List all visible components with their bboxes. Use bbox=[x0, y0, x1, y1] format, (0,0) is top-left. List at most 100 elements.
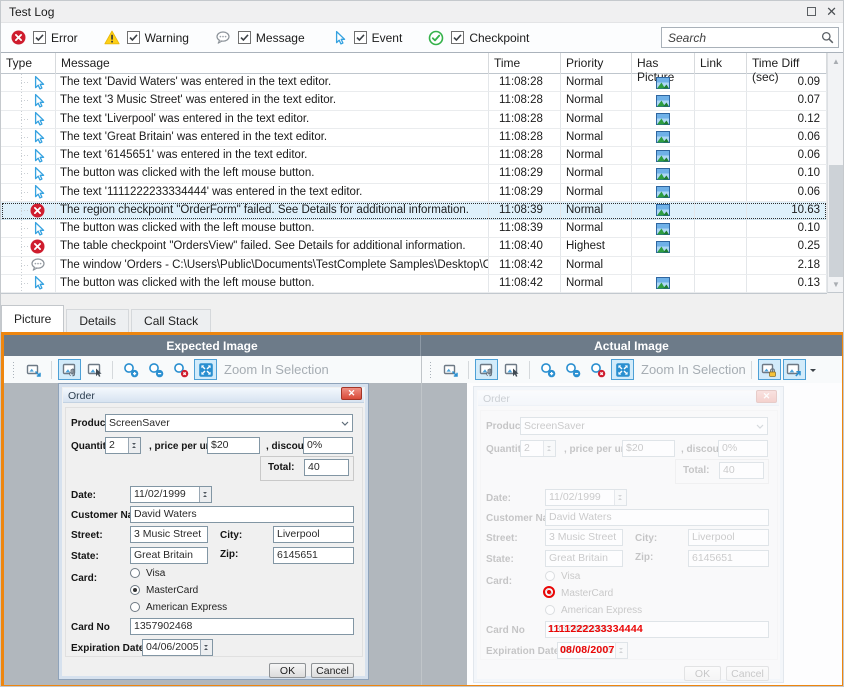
log-row[interactable]: The button was clicked with the left mou… bbox=[1, 275, 827, 293]
state-label: State: bbox=[486, 554, 514, 565]
expected-toolbar: Zoom In Selection bbox=[4, 356, 421, 383]
zoom-in-button[interactable] bbox=[536, 359, 559, 380]
street-field: 3 Music Street bbox=[545, 529, 623, 546]
log-row[interactable]: The button was clicked with the left mou… bbox=[1, 165, 827, 183]
card-no-label: Card No bbox=[71, 622, 110, 633]
search-input[interactable] bbox=[668, 31, 821, 45]
picture-icon bbox=[632, 238, 695, 256]
date-field: 11/02/1999 bbox=[130, 486, 212, 503]
cancel-button: Cancel bbox=[311, 663, 354, 678]
ok-button: OK bbox=[684, 666, 721, 681]
row-time: 11:08:39 bbox=[489, 202, 561, 220]
filter-message: Message bbox=[215, 30, 305, 46]
error-checkbox[interactable] bbox=[33, 31, 46, 44]
zoom-selection-button[interactable] bbox=[194, 359, 217, 380]
log-row[interactable]: The text '6145651' was entered in the te… bbox=[1, 147, 827, 165]
zoom-out-button[interactable] bbox=[561, 359, 584, 380]
expiration-date-field: 04/06/2005 bbox=[142, 639, 213, 656]
row-timediff: 2.18 bbox=[747, 257, 827, 275]
event-checkbox[interactable] bbox=[354, 31, 367, 44]
log-row[interactable]: The button was clicked with the left mou… bbox=[1, 220, 827, 238]
zip-field: 6145651 bbox=[273, 547, 354, 564]
product-combo: ScreenSaver bbox=[105, 414, 353, 432]
date-label: Date: bbox=[486, 493, 511, 504]
log-row[interactable]: The text 'Great Britain' was entered in … bbox=[1, 129, 827, 147]
scrollbar-thumb[interactable] bbox=[829, 165, 843, 277]
search-box[interactable] bbox=[661, 27, 839, 48]
row-time: 11:08:28 bbox=[489, 129, 561, 147]
tab-picture[interactable]: Picture bbox=[1, 305, 64, 332]
panel-divider bbox=[421, 356, 422, 685]
row-priority: Normal bbox=[561, 257, 632, 275]
tab-call-stack[interactable]: Call Stack bbox=[131, 309, 211, 332]
zoom-in-selection-label: Zoom In Selection bbox=[641, 362, 746, 377]
row-timediff: 0.06 bbox=[747, 147, 827, 165]
event-icon bbox=[1, 147, 56, 165]
row-link bbox=[695, 165, 747, 183]
image-hand-button[interactable] bbox=[475, 359, 498, 380]
actual-image-canvas[interactable]: Order ✕ Product: ScreenSaver Quantity: 2… bbox=[422, 383, 842, 685]
row-time: 11:08:28 bbox=[489, 147, 561, 165]
image-sync-button[interactable] bbox=[783, 359, 806, 380]
toolbar-grip[interactable] bbox=[428, 362, 433, 378]
expiration-date-label: Expiration Date: bbox=[486, 646, 563, 657]
scroll-up-icon[interactable]: ▲ bbox=[828, 53, 844, 69]
log-row[interactable]: The table checkpoint "OrdersView" failed… bbox=[1, 238, 827, 256]
radio-visa bbox=[130, 568, 140, 578]
zoom-in-button[interactable] bbox=[119, 359, 142, 380]
warning-checkbox[interactable] bbox=[127, 31, 140, 44]
image-popout-button[interactable] bbox=[439, 359, 462, 380]
filter-toolbar: ErrorWarningMessageEventCheckpoint bbox=[1, 23, 844, 53]
dialog-close-button: ✕ bbox=[341, 387, 362, 400]
actual-background-strip bbox=[422, 383, 467, 685]
zoom-out-button[interactable] bbox=[144, 359, 167, 380]
image-lock-button[interactable] bbox=[758, 359, 781, 380]
row-priority: Normal bbox=[561, 202, 632, 220]
image-hand-icon bbox=[479, 362, 495, 378]
log-row[interactable]: The text '3 Music Street' was entered in… bbox=[1, 92, 827, 110]
log-row[interactable]: The text '1111222233334444' was entered … bbox=[1, 184, 827, 202]
log-row[interactable]: The text 'Liverpool' was entered in the … bbox=[1, 111, 827, 129]
image-popout-icon bbox=[443, 362, 459, 378]
row-time: 11:08:42 bbox=[489, 257, 561, 275]
radio-visa bbox=[545, 571, 555, 581]
log-row[interactable]: The window 'Orders - C:\Users\Public\Doc… bbox=[1, 257, 827, 275]
row-timediff: 10.63 bbox=[747, 202, 827, 220]
row-message: The text '1111222233334444' was entered … bbox=[56, 184, 489, 202]
date-label: Date: bbox=[71, 490, 96, 501]
log-row[interactable]: The text 'David Waters' was entered in t… bbox=[1, 74, 827, 92]
dropdown-caret-icon[interactable] bbox=[807, 359, 819, 380]
restore-icon[interactable] bbox=[807, 7, 816, 16]
zoom-reset-button[interactable] bbox=[169, 359, 192, 380]
toolbar-grip[interactable] bbox=[11, 362, 16, 378]
image-cursor-button[interactable] bbox=[500, 359, 523, 380]
table-scrollbar[interactable]: ▲ ▼ bbox=[827, 53, 844, 293]
close-icon[interactable]: ✕ bbox=[826, 5, 837, 18]
log-row-selected[interactable]: The region checkpoint "OrderForm" failed… bbox=[1, 202, 827, 220]
row-timediff: 0.13 bbox=[747, 275, 827, 293]
dialog-title: Order bbox=[68, 390, 95, 402]
city-field: Liverpool bbox=[688, 529, 769, 546]
row-priority: Normal bbox=[561, 275, 632, 293]
row-message: The text 'David Waters' was entered in t… bbox=[56, 74, 489, 92]
image-popout-button[interactable] bbox=[22, 359, 45, 380]
image-cursor-button[interactable] bbox=[83, 359, 106, 380]
scroll-down-icon[interactable]: ▼ bbox=[828, 276, 844, 292]
search-icon bbox=[821, 31, 834, 44]
tab-details[interactable]: Details bbox=[66, 309, 129, 332]
expected-image-canvas[interactable]: Order ✕ Product: ScreenSaver Quantity: 2… bbox=[4, 383, 421, 685]
event-icon bbox=[1, 92, 56, 110]
radio-mastercard bbox=[545, 588, 555, 598]
message-checkbox[interactable] bbox=[238, 31, 251, 44]
zoom-reset-button[interactable] bbox=[586, 359, 609, 380]
checkpoint-checkbox[interactable] bbox=[451, 31, 464, 44]
zoom-selection-button[interactable] bbox=[611, 359, 634, 380]
message-label: Message bbox=[256, 31, 305, 45]
image-hand-button[interactable] bbox=[58, 359, 81, 380]
image-cursor-icon bbox=[87, 362, 103, 378]
row-link bbox=[695, 129, 747, 147]
state-label: State: bbox=[71, 551, 99, 562]
row-message: The button was clicked with the left mou… bbox=[56, 275, 489, 293]
row-link bbox=[695, 111, 747, 129]
table-bottom-border bbox=[1, 293, 827, 294]
